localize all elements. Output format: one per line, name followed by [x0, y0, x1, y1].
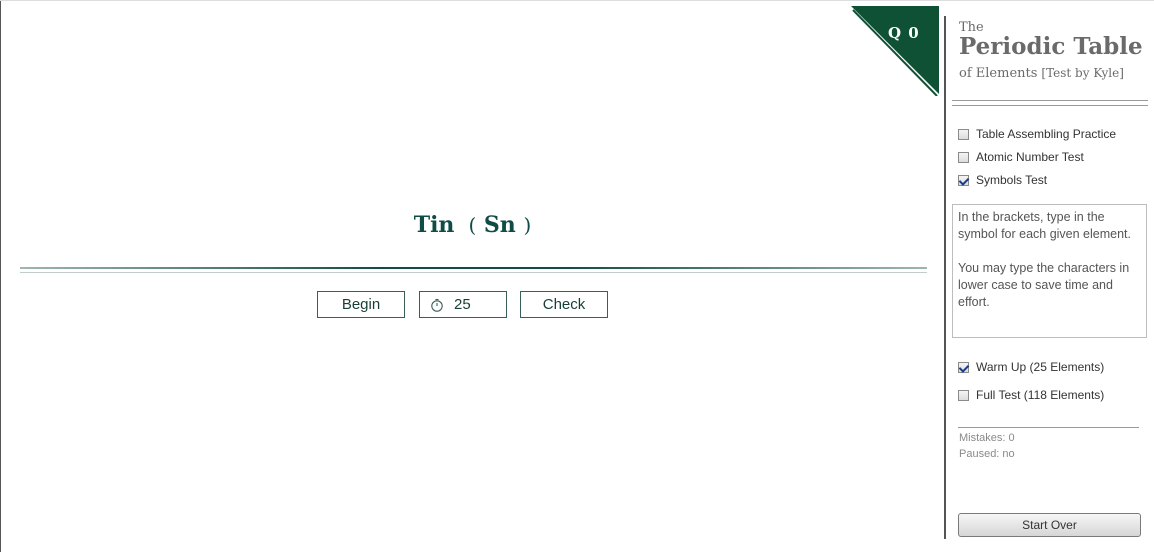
- title-author: [Test by Kyle]: [1041, 66, 1124, 80]
- begin-button[interactable]: Begin: [317, 291, 405, 318]
- prompt-divider: [20, 267, 927, 269]
- title-divider: [952, 100, 1148, 101]
- scope-label: Warm Up (25 Elements): [976, 360, 1105, 374]
- mistakes-counter: Mistakes: 0: [959, 432, 1015, 444]
- scope-warm-up[interactable]: Warm Up (25 Elements): [958, 360, 1104, 374]
- window-left-border: [0, 0, 1, 552]
- checkbox-icon[interactable]: [958, 128, 969, 140]
- question-counter-badge: [851, 6, 939, 96]
- element-prompt: Tin ( Sn ): [0, 212, 945, 238]
- title-sub-text: of Elements: [959, 66, 1038, 81]
- window-top-border: [0, 0, 1154, 1]
- checkbox-icon[interactable]: [958, 389, 969, 401]
- paused-status: Paused: no: [959, 448, 1015, 460]
- checkbox-checked-icon[interactable]: [958, 174, 969, 186]
- element-name: Tin: [413, 212, 455, 238]
- prompt-divider-thin: [20, 272, 927, 273]
- question-counter-label: Q 0: [888, 24, 920, 42]
- scope-label: Full Test (118 Elements): [976, 388, 1105, 402]
- close-bracket: ): [523, 213, 532, 237]
- mode-label: Table Assembling Practice: [976, 127, 1117, 141]
- mode-table-assembling[interactable]: Table Assembling Practice: [958, 127, 1116, 141]
- title-subtitle: of Elements [Test by Kyle]: [959, 66, 1124, 81]
- mode-label: Symbols Test: [976, 173, 1048, 187]
- scope-full-test[interactable]: Full Test (118 Elements): [958, 388, 1104, 402]
- title-divider-thin: [952, 105, 1148, 106]
- symbol-answer[interactable]: Sn: [484, 212, 516, 238]
- side-panel-divider: [944, 16, 946, 539]
- instruction-line-2: You may type the characters in lower cas…: [958, 261, 1130, 309]
- timer-display: 25: [419, 291, 507, 318]
- open-bracket: (: [468, 213, 477, 237]
- start-over-button[interactable]: Start Over: [958, 513, 1141, 537]
- instruction-line-1: In the brackets, type in the symbol for …: [958, 210, 1132, 241]
- checkbox-icon[interactable]: [958, 151, 969, 163]
- timer-value: 25: [454, 296, 471, 313]
- stats-divider: [958, 427, 1139, 428]
- check-button[interactable]: Check: [520, 291, 608, 318]
- mode-label: Atomic Number Test: [976, 150, 1084, 164]
- instructions-box: In the brackets, type in the symbol for …: [952, 204, 1147, 338]
- app-title: Periodic Table: [959, 33, 1143, 60]
- mode-symbols[interactable]: Symbols Test: [958, 173, 1047, 187]
- mode-atomic-number[interactable]: Atomic Number Test: [958, 150, 1084, 164]
- stopwatch-icon: [431, 298, 443, 312]
- checkbox-checked-icon[interactable]: [958, 361, 969, 373]
